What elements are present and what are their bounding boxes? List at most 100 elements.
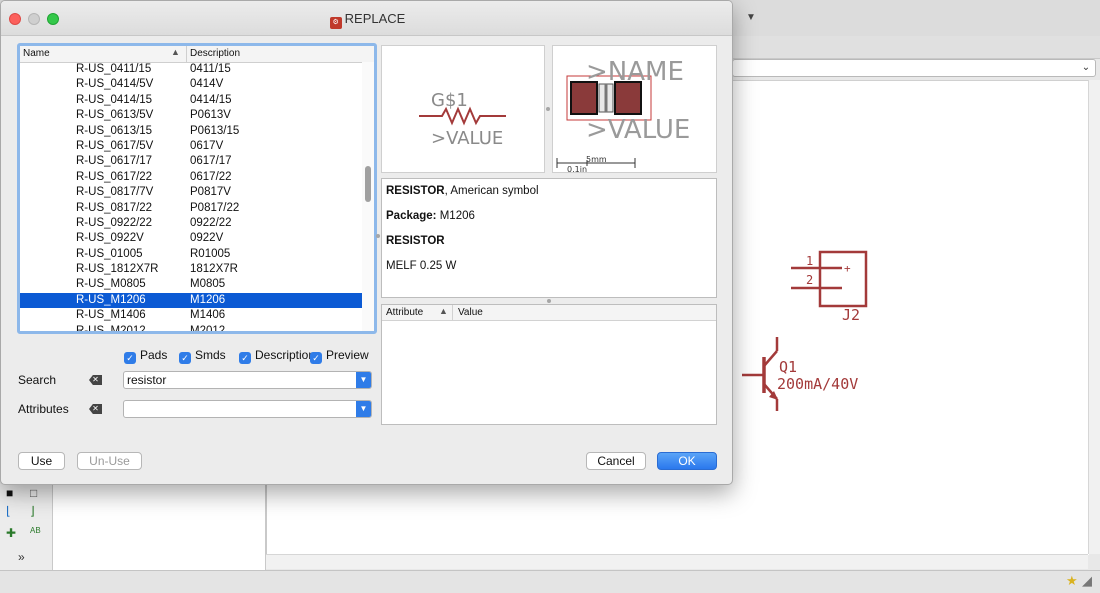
checkmark-icon: ✓ [124,352,136,364]
attribute-table-header: Attribute ▲ Value [382,305,716,321]
preview-checkbox-label: Preview [326,348,369,362]
dialog-title: ⚙ REPLACE [1,11,732,29]
use-button[interactable]: Use [18,452,65,470]
table-row[interactable]: R-US_M2012 M2012 [20,324,362,334]
table-row[interactable]: R-US_01005 R01005 [20,247,362,262]
table-row[interactable]: R-US_0613/5V P0613V [20,108,362,123]
tool-junction-icon[interactable]: ✚ [6,526,16,540]
attribute-table[interactable]: Attribute ▲ Value [381,304,717,425]
tool-square-icon[interactable]: ■ [6,486,13,500]
table-row[interactable]: R-US_0414/15 0414/15 [20,93,362,108]
star-icon[interactable]: ★ [1066,573,1078,589]
row-description: 1812X7R [190,263,238,276]
table-row[interactable]: R-US_0617/22 0617/22 [20,170,362,185]
j2-plus-label: + [844,262,851,275]
canvas-vertical-scrollbar[interactable] [1088,80,1100,554]
description-package: Package: M1206 [386,210,712,222]
row-name: R-US_0613/15 [76,124,153,137]
row-name: R-US_0617/22 [76,170,153,183]
row-description: M1406 [190,309,226,322]
tool-net-icon[interactable]: ⌋ [30,504,35,518]
replace-dialog: ⚙ REPLACE Name ▲ Description R-US_0411/15… [0,0,733,485]
search-input-value: resistor [127,373,167,387]
row-description: P0817V [190,186,231,199]
ok-button[interactable]: OK [657,452,717,470]
search-input[interactable]: resistor ▼ [123,371,372,389]
row-description: 0922/22 [190,216,232,229]
resize-grip-icon[interactable]: ◢ [1082,573,1092,589]
table-row[interactable]: R-US_0411/15 0411/15 [20,62,362,77]
row-name: R-US_0414/5V [76,78,154,91]
chevron-down-icon[interactable]: ▼ [356,401,371,417]
checkmark-icon: ✓ [239,352,251,364]
chevron-down-icon[interactable]: ▼ [356,372,371,388]
description-heading: RESISTOR, American symbol [386,185,712,197]
column-header-value[interactable]: Value [458,307,483,318]
table-row[interactable]: R-US_0817/7V P0817V [20,185,362,200]
column-header-description[interactable]: Description [190,48,240,59]
table-row[interactable]: R-US_0922V 0922V [20,231,362,246]
app-toolbar-combo[interactable]: ⌄ [732,59,1096,77]
tool-wire-icon[interactable]: ⌊ [6,504,11,518]
tab-dropdown-icon[interactable]: ▼ [746,12,756,23]
cancel-button[interactable]: Cancel [586,452,646,470]
package-value: M1206 [439,210,475,222]
horizontal-splitter-handle[interactable] [547,299,551,303]
package-preview[interactable]: >NAME >VALUE 5mm 0.1in [552,45,717,174]
preview-checkbox[interactable]: ✓ Preview [310,348,369,364]
row-description: 0411/15 [190,63,231,75]
table-row[interactable]: R-US_0414/5V 0414V [20,77,362,92]
row-description: P0613/15 [190,124,240,137]
attributes-label: Attributes [18,402,69,416]
column-divider[interactable] [186,46,187,62]
preview-splitter-handle[interactable] [546,107,550,111]
attributes-input[interactable]: ▼ [123,400,372,418]
tool-outline-square-icon[interactable]: □ [30,486,37,500]
table-row[interactable]: R-US_M1206 M1206 [20,292,362,309]
description-device: RESISTOR [386,235,712,247]
description-spec: MELF 0.25 W [386,260,457,272]
table-row[interactable]: R-US_0613/15 P0613/15 [20,124,362,139]
pads-checkbox-label: Pads [140,348,168,362]
table-row[interactable]: R-US_1812X7R 1812X7R [20,262,362,277]
smds-checkbox[interactable]: ✓ Smds [179,348,226,364]
row-description: P0817/22 [190,201,240,214]
sort-ascending-icon[interactable]: ▲ [171,47,180,57]
column-header-attribute[interactable]: Attribute [386,307,423,318]
table-row[interactable]: R-US_M1406 M1406 [20,308,362,323]
dialog-titlebar[interactable]: ⚙ REPLACE [1,1,732,36]
scrollbar-thumb[interactable] [365,166,371,202]
table-row[interactable]: R-US_0817/22 P0817/22 [20,201,362,216]
row-name: R-US_0411/15 [76,63,152,75]
table-row[interactable]: R-US_0617/5V 0617V [20,139,362,154]
package-label: Package: [386,210,437,222]
pads-checkbox[interactable]: ✓ Pads [124,348,168,364]
tool-label-icon[interactable]: AB [30,526,41,535]
symbol-preview[interactable]: G$1 >VALUE [381,45,545,173]
row-name: R-US_M2012 [76,324,146,334]
row-name: R-US_0617/5V [76,139,154,152]
clear-attributes-icon[interactable]: ✕ [89,404,102,414]
q1-name-label: Q1 [779,358,798,376]
table-row[interactable]: R-US_0617/17 0617/17 [20,154,362,169]
unuse-button[interactable]: Un-Use [77,452,142,470]
sort-ascending-icon[interactable]: ▲ [439,306,448,316]
package-value-text: >VALUE [586,115,690,145]
vertical-splitter-handle[interactable] [376,234,380,238]
column-divider[interactable] [452,305,453,320]
row-description: P0613V [190,109,231,122]
device-list-scrollbar[interactable] [362,62,374,331]
scale-mm-text: 5mm [586,155,607,164]
description-checkbox[interactable]: ✓ Description [239,348,315,364]
expand-tools-icon[interactable]: » [18,550,25,564]
device-list[interactable]: Name ▲ Description R-US_0411/15 0411/15 R-… [17,43,377,334]
symbol-value-text: >VALUE [431,128,503,149]
canvas-horizontal-scrollbar[interactable] [266,554,1088,569]
table-row[interactable]: R-US_0922/22 0922/22 [20,216,362,231]
column-header-name[interactable]: Name [23,48,50,59]
row-name: R-US_0817/22 [76,201,153,214]
smds-checkbox-label: Smds [195,348,226,362]
clear-search-icon[interactable]: ✕ [89,375,102,385]
table-row[interactable]: R-US_M0805 M0805 [20,277,362,292]
search-label: Search [18,373,57,387]
